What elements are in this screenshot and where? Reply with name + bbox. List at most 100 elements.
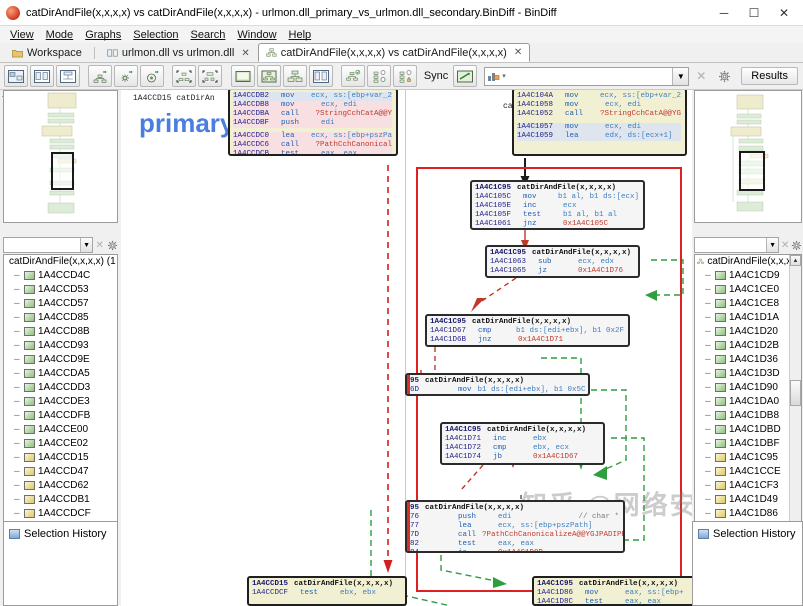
tree-node-1A4CCD9E[interactable]: –1A4CCD9E [4,352,117,366]
instruction-row[interactable]: 1A4C1D8Ctesteax, eax [537,598,692,606]
instruction-row[interactable]: 1A4C1D74jb0x1A4C1D67 [445,453,599,462]
right-filter-clear[interactable]: ✕ [780,237,790,253]
instruction-row[interactable]: 1A4C1D71incebx [445,435,599,444]
instruction-row[interactable]: 1A4C1065jz0x1A4C1D76 [490,267,634,276]
tree-node-1A4C1DBF[interactable]: –1A4C1DBF [695,436,801,450]
instruction-row[interactable]: 1A4C1D67cmpb1 ds:[edi+ebx], b1 0x2F [430,327,624,336]
left-selection-history[interactable]: Selection History [3,521,118,606]
right-vscroll-thumb[interactable] [790,380,801,406]
orthogonal-layout-button[interactable] [114,65,138,87]
search-input[interactable]: ▾ ▼ [484,67,689,86]
left-tree-root[interactable]: catDirAndFile(x,x,x,x) (1 [4,255,117,268]
search-clear-button[interactable]: ✕ [690,66,712,87]
left-filter-field[interactable] [4,239,80,251]
tree-node-1A4C1D49[interactable]: –1A4C1D49 [695,492,801,506]
right-filter-dropdown[interactable]: ▼ [766,238,778,252]
tree-node-1A4C1CE0[interactable]: –1A4C1CE0 [695,282,801,296]
menu-search[interactable]: Search [185,28,232,42]
split-view-button[interactable] [30,65,54,87]
instruction-row[interactable]: 1A4CCDBFpushedi [233,119,392,128]
menu-window[interactable]: Window [231,28,282,42]
instruction-row[interactable]: 1A4C1057movecx, edi [517,123,681,132]
tree-node-1A4CCDFB[interactable]: –1A4CCDFB [4,408,117,422]
tab-catdirandfile[interactable]: catDirAndFile(x,x,x,x) vs catDirAndFile(… [258,43,531,62]
block-1A4C1C95-canonicalize[interactable]: 95catDirAndFile(x,x,x,x)76pushedi// char… [405,500,625,553]
search-dropdown-button[interactable]: ▼ [672,68,688,85]
primary-block-top[interactable]: 1A4CCDB2movecx, ss:[ebp+var_21A4CCDB8mov… [228,90,398,156]
left-overview[interactable] [3,90,118,223]
graph-canvas[interactable]: 1A4CCD15 catDirAn primary cat 知乎 @网络安全小强… [121,90,692,606]
instruction-row[interactable]: 1A4CCDCFtestebx, ebx [252,589,401,598]
right-overview-viewport[interactable] [739,151,765,191]
right-selection-history[interactable]: Selection History [692,521,803,606]
zoom-region-button[interactable] [231,65,255,87]
instruction-row[interactable]: 82testeax, eax [410,540,619,549]
tree-node-1A4C1CE8[interactable]: –1A4C1CE8 [695,296,801,310]
instruction-row[interactable]: 1A4C1D86moveax, ss:[ebp+ [537,589,692,598]
tree-node-1A4C1CCE[interactable]: –1A4C1CCE [695,464,801,478]
block-1A4C1C95-sub[interactable]: 1A4C1C95catDirAndFile(x,x,x,x)1A4C1063su… [485,245,640,278]
single-view-button[interactable] [56,65,80,87]
secondary-block-bottom[interactable]: 1A4C1C95catDirAndFile(x,x,x,x)1A4C1D86mo… [532,576,692,606]
block-1A4C1C95-cmp[interactable]: 1A4C1C95catDirAndFile(x,x,x,x)1A4C1D67cm… [425,314,630,347]
tree-node-1A4CCD85[interactable]: –1A4CCD85 [4,310,117,324]
tree-node-1A4C1CF3[interactable]: –1A4C1CF3 [695,478,801,492]
tree-node-1A4CCD15[interactable]: –1A4CCD15 [4,450,117,464]
tree-node-1A4CCDCF[interactable]: –1A4CCDCF [4,506,117,520]
tree-node-1A4C1CD9[interactable]: –1A4C1CD9 [695,268,801,282]
tree-node-1A4C1DBD[interactable]: –1A4C1DBD [695,422,801,436]
instruction-row[interactable]: 1A4CCDC0leaecx, ss:[ebp+pszPa [233,132,392,141]
tree-node-1A4CCDB1[interactable]: –1A4CCDB1 [4,492,117,506]
instruction-row[interactable]: 1A4C105Ftestb1 al, b1 al [475,211,639,220]
tree-node-1A4CCD4C[interactable]: –1A4CCD4C [4,268,117,282]
sync-button[interactable] [453,65,477,87]
instruction-row[interactable]: 1A4C105Eincecx [475,202,639,211]
instruction-row[interactable]: 76pushedi// char * [410,513,619,522]
select-ancestors-button[interactable] [341,65,365,87]
instruction-row[interactable]: 1A4CCDB8movecx, edi [233,101,392,110]
instruction-row[interactable]: 1A4CCDC6call?PathCchCanonical [233,141,392,150]
instruction-row[interactable]: 7Dcall?PathCchCanonicalizeA@@YGJPADIPBDW… [410,531,619,540]
maximize-button[interactable]: ☐ [739,0,769,26]
instruction-row[interactable]: 77leaecx, ss:[ebp+pszPath] [410,522,619,531]
instruction-row[interactable]: 1A4CCDCBtesteax, eax [233,150,392,156]
tab-urlmon-diff-close[interactable]: ✕ [241,48,249,59]
instruction-row[interactable]: 1A4CCDBAcall?StringCchCatA@@Y [233,110,392,119]
lock-selection-button[interactable] [393,65,417,87]
secondary-block-top[interactable]: 1A4C104Amovecx, ss:[ebp+var_21A4C1058mov… [512,90,687,156]
close-button[interactable]: ✕ [769,0,799,26]
menu-help[interactable]: Help [283,28,318,42]
block-1A4C1C95-inc[interactable]: 1A4C1C95catDirAndFile(x,x,x,x)1A4C1D71in… [440,422,605,465]
tree-node-1A4CCD47[interactable]: –1A4CCD47 [4,464,117,478]
combined-view-button[interactable] [4,65,28,87]
tree-node-1A4C1D90[interactable]: –1A4C1D90 [695,380,801,394]
left-overview-viewport[interactable] [51,152,74,190]
right-filter-input[interactable]: ▼ [694,237,779,253]
tree-node-1A4CCE02[interactable]: –1A4CCE02 [4,436,117,450]
menu-mode[interactable]: Mode [40,28,80,42]
instruction-row[interactable]: 1A4C105Cmovb1 al, b1 ds:[ecx] [475,193,639,202]
left-filter-settings[interactable] [106,237,118,253]
instruction-row[interactable]: 1A4C1D72cmpebx, ecx [445,444,599,453]
instruction-row[interactable]: 6Dmovb1 ds:[edi+ebx], b1 0x5C [410,386,584,395]
fit-graph-button[interactable] [172,65,196,87]
tree-node-1A4C1DB8[interactable]: –1A4C1DB8 [695,408,801,422]
tree-node-1A4CCDA5[interactable]: –1A4CCDA5 [4,366,117,380]
show-all-button[interactable] [283,65,307,87]
primary-block-bottom[interactable]: 1A4CCD15catDirAndFile(x,x,x,x)1A4CCDCFte… [247,576,407,606]
tree-node-1A4CCD8B[interactable]: –1A4CCD8B [4,324,117,338]
tree-node-1A4CCD53[interactable]: –1A4CCD53 [4,282,117,296]
tree-node-1A4CCDD3[interactable]: –1A4CCDD3 [4,380,117,394]
tree-node-1A4CCD62[interactable]: –1A4CCD62 [4,478,117,492]
instruction-row[interactable]: 1A4C1058movecx, edi [517,101,681,110]
results-button[interactable]: Results [741,67,798,85]
tree-node-1A4C1D86[interactable]: –1A4C1D86 [695,506,801,520]
tree-node-1A4CCD57[interactable]: –1A4CCD57 [4,296,117,310]
instruction-row[interactable]: 1A4C104Amovecx, ss:[ebp+var_2 [517,92,681,101]
search-settings-button[interactable] [713,66,735,87]
tree-node-1A4CCE00[interactable]: –1A4CCE00 [4,422,117,436]
left-filter-clear[interactable]: ✕ [94,237,105,253]
instruction-row[interactable]: 1A4C1059leaedx, ds:[ecx+1] [517,132,681,141]
tree-node-1A4C1D1A[interactable]: –1A4C1D1A [695,310,801,324]
tab-workspace[interactable]: Workspace [4,43,90,62]
